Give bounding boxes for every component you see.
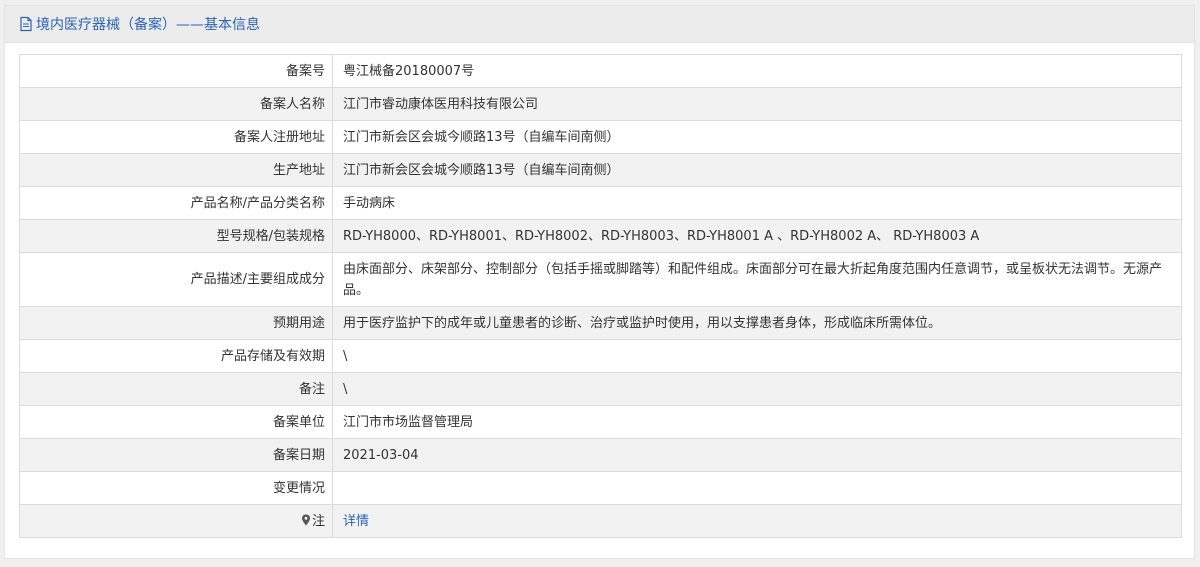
row-label: 备案单位	[19, 405, 333, 439]
table-row-filing-unit: 备案单位 江门市市场监督管理局	[19, 405, 1182, 439]
row-value: 详情	[332, 504, 1182, 538]
row-label: 产品名称/产品分类名称	[19, 186, 333, 220]
table-row-note: 注 详情	[19, 504, 1182, 538]
row-value: 手动病床	[332, 186, 1182, 220]
row-value: \	[332, 372, 1182, 406]
row-value: 由床面部分、床架部分、控制部分（包括手摇或脚踏等）和配件组成。床面部分可在最大折…	[332, 252, 1182, 307]
row-label: 产品描述/主要组成成分	[19, 252, 333, 307]
row-value: 江门市睿动康体医用科技有限公司	[332, 87, 1182, 121]
row-label: 备案人注册地址	[19, 120, 333, 154]
row-label: 生产地址	[19, 153, 333, 187]
row-label: 备注	[19, 372, 333, 406]
table-row-storage-validity: 产品存储及有效期 \	[19, 339, 1182, 373]
note-label: 注	[311, 513, 325, 529]
row-label: 产品存储及有效期	[19, 339, 333, 373]
table-row-model-spec: 型号规格/包装规格 RD-YH8000、RD-YH8001、RD-YH8002、…	[19, 219, 1182, 253]
table-row-product-name: 产品名称/产品分类名称 手动病床	[19, 186, 1182, 220]
row-label: 变更情况	[19, 471, 333, 505]
row-value	[332, 471, 1182, 505]
info-table: 备案号 粤江械备20180007号 备案人名称 江门市睿动康体医用科技有限公司 …	[19, 54, 1182, 538]
panel-header: 境内医疗器械（备案）——基本信息	[5, 6, 1194, 43]
row-value: 江门市市场监督管理局	[332, 405, 1182, 439]
row-value: 江门市新会区会城今顺路13号（自编车间南侧）	[332, 153, 1182, 187]
row-label: 型号规格/包装规格	[19, 219, 333, 253]
table-row-production-address: 生产地址 江门市新会区会城今顺路13号（自编车间南侧）	[19, 153, 1182, 187]
table-row-filer-name: 备案人名称 江门市睿动康体医用科技有限公司	[19, 87, 1182, 121]
table-row-intended-use: 预期用途 用于医疗监护下的成年或儿童患者的诊断、治疗或监护时使用，用以支撑患者身…	[19, 306, 1182, 340]
info-panel: 境内医疗器械（备案）——基本信息 备案号 粤江械备20180007号 备案人名称…	[4, 5, 1195, 559]
table-row-record-number: 备案号 粤江械备20180007号	[19, 54, 1182, 88]
row-value: 粤江械备20180007号	[332, 54, 1182, 88]
row-value: \	[332, 339, 1182, 373]
row-label: 注	[19, 504, 333, 538]
row-value: 2021-03-04	[332, 438, 1182, 472]
row-label: 预期用途	[19, 306, 333, 340]
row-label: 备案日期	[19, 438, 333, 472]
row-value: 江门市新会区会城今顺路13号（自编车间南侧）	[332, 120, 1182, 154]
row-value: RD-YH8000、RD-YH8001、RD-YH8002、RD-YH8003、…	[332, 219, 1182, 253]
details-link[interactable]: 详情	[343, 514, 369, 529]
table-row-change-status: 变更情况	[19, 471, 1182, 505]
pin-icon	[301, 512, 311, 525]
page-title: 境内医疗器械（备案）——基本信息	[36, 17, 260, 33]
row-label: 备案号	[19, 54, 333, 88]
table-row-remarks: 备注 \	[19, 372, 1182, 406]
table-row-registered-address: 备案人注册地址 江门市新会区会城今顺路13号（自编车间南侧）	[19, 120, 1182, 154]
table-row-product-description: 产品描述/主要组成成分 由床面部分、床架部分、控制部分（包括手摇或脚踏等）和配件…	[19, 252, 1182, 307]
table-row-filing-date: 备案日期 2021-03-04	[19, 438, 1182, 472]
row-label: 备案人名称	[19, 87, 333, 121]
row-value: 用于医疗监护下的成年或儿童患者的诊断、治疗或监护时使用，用以支撑患者身体，形成临…	[332, 306, 1182, 340]
document-icon	[19, 16, 33, 32]
